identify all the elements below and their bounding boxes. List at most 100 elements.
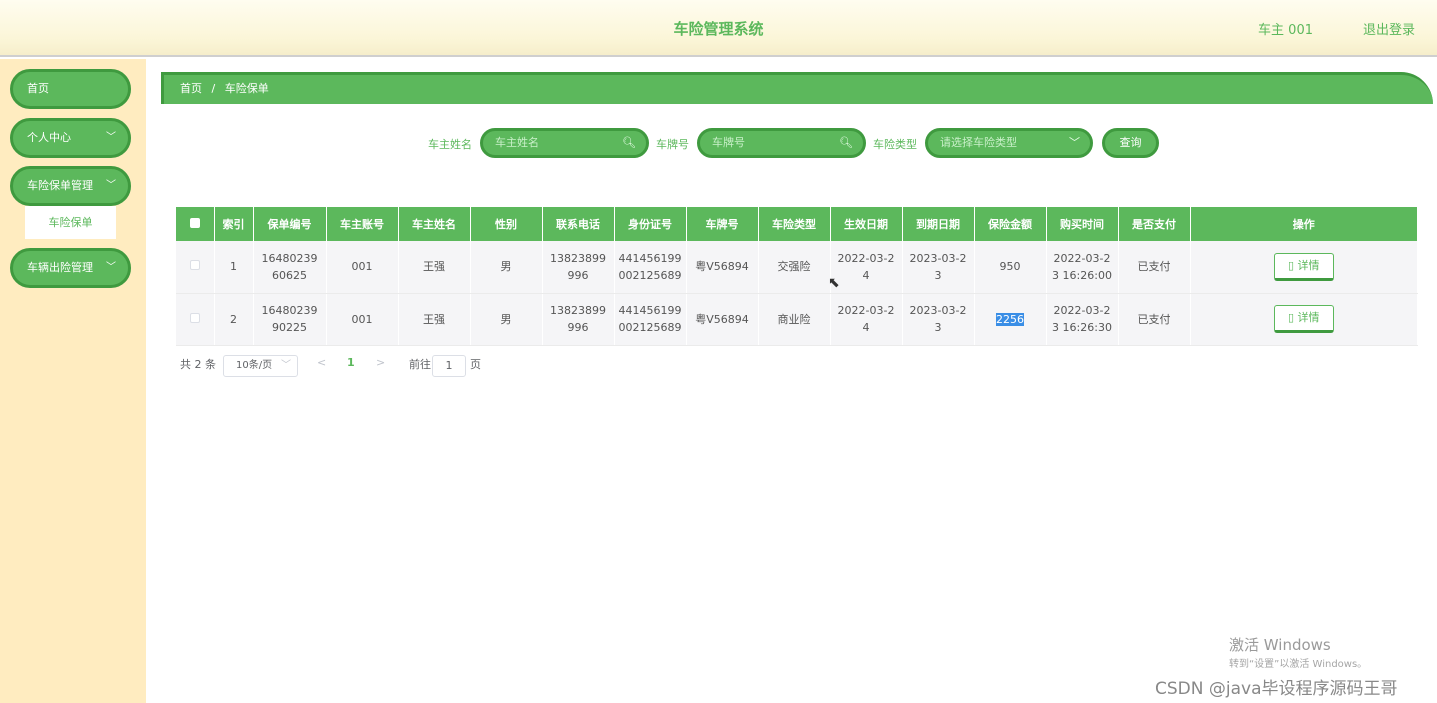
cell-plate: 粤V56894 (686, 293, 759, 346)
cell-id-no: 441456199002125689 (614, 241, 687, 294)
sidebar-item-label: 车辆出险管理 (27, 261, 93, 274)
cell-account: 001 (326, 293, 399, 346)
chevron-up-icon: ﹀ (106, 180, 116, 191)
cell-end-date: 2023-03-23 (902, 241, 975, 294)
buy-time-text: 2022-03-23 16:26:00 (1052, 251, 1112, 282)
cell-actions: ▯ 详情 (1190, 241, 1418, 294)
column-header: 车牌号 (686, 207, 759, 241)
end-date-text: 2023-03-23 (909, 304, 967, 334)
plate-input[interactable]: 车牌号 🔍︎ (697, 128, 866, 158)
column-header: 操作 (1190, 207, 1418, 241)
page-size-value: 10条/页 (236, 360, 273, 371)
column-header: 是否支付 (1118, 207, 1191, 241)
page-suffix: 页 (470, 358, 481, 371)
table-header-row: 索引 保单编号 车主账号 车主姓名 性别 联系电话 身份证号 车牌号 车险类型 … (176, 207, 1418, 241)
cell-index: 1 (214, 241, 254, 294)
document-icon: ▯ (1287, 258, 1295, 272)
plate-label: 车牌号 (656, 138, 689, 151)
cell-insurance-type: 交强险 (758, 241, 831, 294)
prev-page-button[interactable]: < (317, 356, 326, 369)
csdn-watermark: CSDN @java毕设程序源码王哥 (1155, 679, 1398, 699)
goto-page-input[interactable]: 1 (432, 355, 466, 377)
phone-text: 13823899996 (550, 251, 606, 282)
sidebar-item-label: 首页 (27, 82, 49, 95)
cell-account: 001 (326, 241, 399, 294)
cell-paid: 已支付 (1118, 293, 1191, 346)
page-size-select[interactable]: 10条/页 ﹀ (223, 355, 298, 377)
column-header: 生效日期 (830, 207, 903, 241)
row-select-cell (176, 241, 215, 294)
chevron-down-icon: ﹀ (281, 360, 291, 371)
chevron-down-icon: ﹀ (106, 132, 116, 143)
cell-insurance-type: 商业险 (758, 293, 831, 346)
start-date-text: 2022-03-24 (837, 251, 895, 282)
search-button[interactable]: 查询 (1102, 128, 1159, 158)
cell-owner-name: 王强 (398, 293, 471, 346)
column-header: 保单编号 (253, 207, 327, 241)
goto-label: 前往 (409, 358, 431, 371)
table-row: 1 1648023960625 001 王强 男 13823899996 441… (176, 241, 1418, 294)
plate-placeholder: 车牌号 (712, 136, 745, 149)
sidebar-subitem-policy[interactable]: 车险保单 (25, 206, 116, 239)
search-icon: 🔍︎ (839, 136, 853, 149)
cell-owner-name: 王强 (398, 241, 471, 294)
app-title: 车险管理系统 (673, 20, 764, 38)
row-checkbox[interactable] (189, 260, 200, 271)
cell-gender: 男 (470, 241, 543, 294)
breadcrumb: 首页 / 车险保单 (161, 72, 1433, 104)
detail-button[interactable]: ▯ 详情 (1273, 252, 1334, 281)
column-header: 索引 (214, 207, 254, 241)
column-header: 联系电话 (542, 207, 615, 241)
id-no-text: 441456199002125689 (618, 251, 682, 282)
cell-start-date: 2022-03-24 (830, 293, 903, 346)
owner-name-label: 车主姓名 (428, 138, 472, 151)
end-date-text: 2023-03-23 (909, 251, 967, 282)
sidebar-item-policy-management[interactable]: 车险保单管理 ﹀ (10, 166, 131, 206)
column-header: 车主姓名 (398, 207, 471, 241)
search-icon: 🔍︎ (622, 136, 636, 149)
next-page-button[interactable]: > (376, 356, 385, 369)
column-header: 车主账号 (326, 207, 399, 241)
insurance-type-placeholder: 请选择车险类型 (940, 136, 1017, 149)
insurance-type-select[interactable]: 请选择车险类型 ﹀ (925, 128, 1093, 158)
cell-buy-time: 2022-03-23 16:26:30 (1046, 293, 1119, 346)
chevron-down-icon: ﹀ (1069, 136, 1080, 149)
column-header: 性别 (470, 207, 543, 241)
row-checkbox[interactable] (189, 312, 200, 323)
sidebar-item-home[interactable]: 首页 (10, 69, 131, 109)
cell-index: 2 (214, 293, 254, 346)
buy-time-text: 2022-03-23 16:26:30 (1052, 304, 1112, 334)
owner-name-input[interactable]: 车主姓名 🔍︎ (480, 128, 649, 158)
windows-activation-hint: 转到“设置”以激活 Windows。 (1229, 659, 1368, 670)
cell-phone: 13823899996 (542, 241, 615, 294)
cell-id-no: 441456199002125689 (614, 293, 687, 346)
page-number-current[interactable]: 1 (347, 356, 355, 369)
policy-table: 索引 保单编号 车主账号 车主姓名 性别 联系电话 身份证号 车牌号 车险类型 … (176, 207, 1418, 346)
policy-no-text: 1648023960625 (261, 251, 318, 282)
row-select-cell (176, 293, 215, 346)
cell-plate: 粤V56894 (686, 241, 759, 294)
sidebar-item-claims-management[interactable]: 车辆出险管理 ﹀ (10, 248, 131, 288)
start-date-text: 2022-03-24 (837, 304, 895, 334)
logout-link[interactable]: 退出登录 (1363, 19, 1415, 38)
cell-paid: 已支付 (1118, 241, 1191, 294)
cell-policy-no: 1648023990225 (253, 293, 327, 346)
insurance-type-label: 车险类型 (873, 138, 917, 151)
sidebar-item-personal-center[interactable]: 个人中心 ﹀ (10, 118, 131, 158)
total-count: 共 2 条 (180, 358, 216, 371)
cell-actions: ▯ 详情 (1190, 293, 1418, 346)
detail-button[interactable]: ▯ 详情 (1273, 305, 1334, 333)
cell-amount: 950 (974, 241, 1047, 294)
breadcrumb-home[interactable]: 首页 (180, 82, 202, 95)
detail-button-label: 详情 (1297, 311, 1320, 324)
top-header: 车险管理系统 车主 001 退出登录 (0, 0, 1437, 57)
windows-activation-title: 激活 Windows (1229, 636, 1331, 654)
policy-no-text: 1648023990225 (261, 304, 318, 334)
column-header: 购买时间 (1046, 207, 1119, 241)
select-all-checkbox[interactable] (189, 217, 200, 228)
cell-end-date: 2023-03-23 (902, 293, 975, 346)
document-icon: ▯ (1287, 311, 1295, 324)
chevron-down-icon: ﹀ (106, 262, 116, 273)
column-header: 车险类型 (758, 207, 831, 241)
cell-phone: 13823899996 (542, 293, 615, 346)
